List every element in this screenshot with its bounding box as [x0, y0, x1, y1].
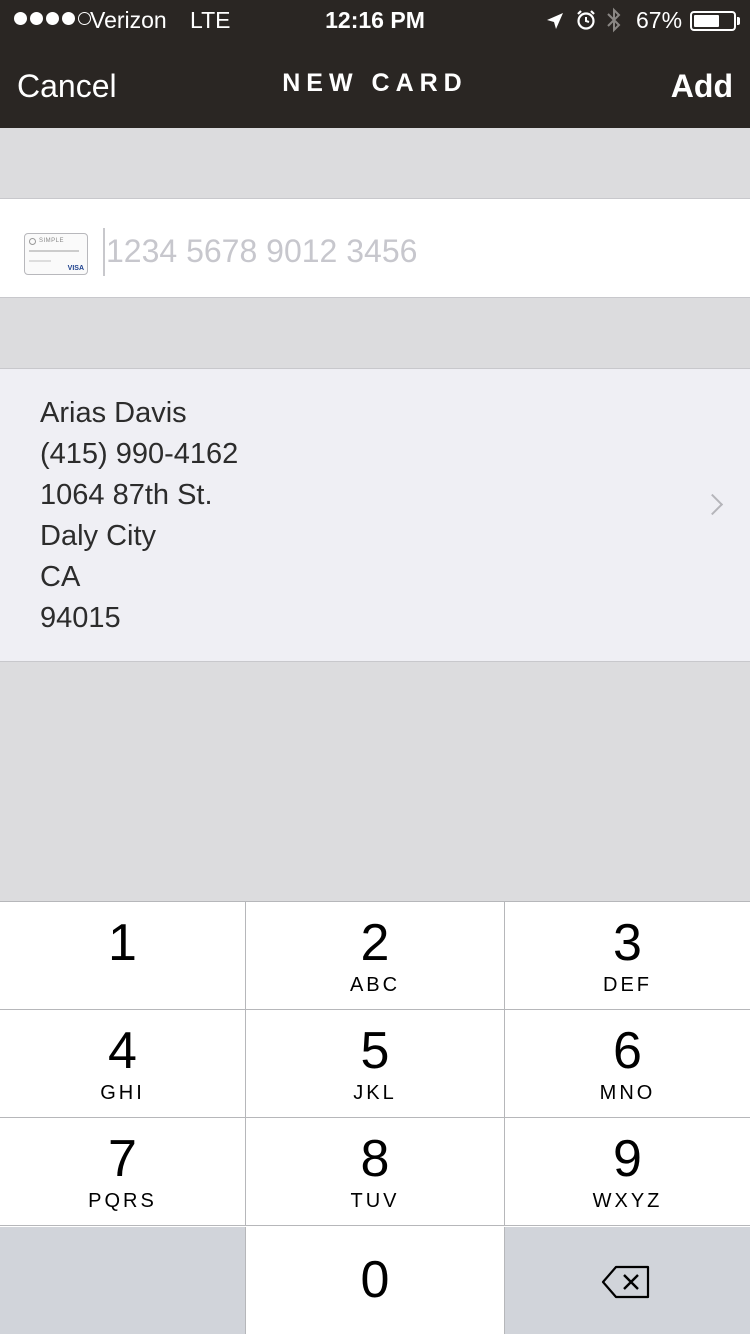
battery-icon — [690, 11, 736, 31]
key-digit: 0 — [360, 1251, 390, 1309]
card-brand-label: SIMPLE — [39, 238, 65, 244]
key-letters: PQRS — [88, 1190, 157, 1212]
card-network-label: VISA — [67, 265, 84, 272]
key-6[interactable]: 6 MNO — [505, 1010, 750, 1118]
add-button[interactable]: Add — [671, 68, 733, 105]
key-digit: 1 — [108, 914, 137, 972]
numeric-keypad: 1 2 ABC 3 DEF 4 GHI 5 JKL 6 MNO 7 PQRS 8… — [0, 901, 750, 1334]
key-1[interactable]: 1 — [0, 902, 246, 1010]
address-street: 1064 87th St. — [40, 479, 213, 511]
key-digit: 7 — [108, 1130, 137, 1188]
address-lines: Arias Davis (415) 990-4162 1064 87th St.… — [40, 393, 238, 639]
key-letters: DEF — [603, 974, 652, 996]
nav-header: Verizon LTE 12:16 PM 67% Cancel NEW CARD… — [0, 0, 750, 128]
status-bar: Verizon LTE 12:16 PM 67% — [0, 0, 750, 40]
text-cursor — [103, 228, 105, 276]
address-phone: (415) 990-4162 — [40, 438, 239, 470]
key-digit: 2 — [360, 914, 390, 972]
battery-tip — [737, 17, 740, 25]
backspace-icon — [601, 1265, 651, 1304]
card-holder-graphic — [29, 260, 51, 262]
key-digit: 5 — [360, 1022, 390, 1080]
key-digit: 3 — [613, 914, 642, 972]
battery-percent: 67% — [636, 7, 683, 33]
key-letters: TUV — [350, 1190, 400, 1212]
alarm-icon — [575, 9, 597, 37]
blank-key — [0, 1227, 246, 1334]
key-digit: 8 — [360, 1130, 390, 1188]
key-8[interactable]: 8 TUV — [246, 1118, 505, 1226]
key-3[interactable]: 3 DEF — [505, 902, 750, 1010]
address-name: Arias Davis — [40, 397, 187, 429]
key-2[interactable]: 2 ABC — [246, 902, 505, 1010]
key-letters: GHI — [100, 1082, 145, 1104]
key-letters: MNO — [599, 1082, 656, 1104]
key-digit: 4 — [108, 1022, 137, 1080]
battery-level — [694, 15, 719, 27]
key-letters: WXYZ — [592, 1190, 663, 1212]
key-4[interactable]: 4 GHI — [0, 1010, 246, 1118]
card-number-input[interactable] — [106, 225, 726, 277]
key-7[interactable]: 7 PQRS — [0, 1118, 246, 1226]
key-digit: 9 — [613, 1130, 642, 1188]
address-state: CA — [40, 561, 81, 593]
delete-button[interactable] — [505, 1227, 750, 1334]
key-9[interactable]: 9 WXYZ — [505, 1118, 750, 1226]
credit-card-icon: SIMPLE VISA — [24, 233, 88, 275]
card-brand-logo-icon — [29, 238, 36, 245]
card-number-graphic — [29, 250, 79, 252]
key-letters: ABC — [349, 974, 401, 996]
page-title: NEW CARD — [282, 69, 468, 97]
address-zip: 94015 — [40, 602, 121, 634]
key-letters: JKL — [353, 1082, 397, 1104]
location-arrow-icon — [545, 10, 565, 37]
address-city: Daly City — [40, 520, 157, 552]
billing-address-row[interactable]: Arias Davis (415) 990-4162 1064 87th St.… — [0, 368, 750, 662]
bluetooth-icon — [605, 7, 623, 39]
key-0[interactable]: 0 — [246, 1227, 505, 1334]
key-digit: 6 — [613, 1022, 642, 1080]
card-number-row[interactable]: SIMPLE VISA — [0, 198, 750, 298]
key-5[interactable]: 5 JKL — [246, 1010, 505, 1118]
chevron-right-icon — [701, 493, 724, 516]
